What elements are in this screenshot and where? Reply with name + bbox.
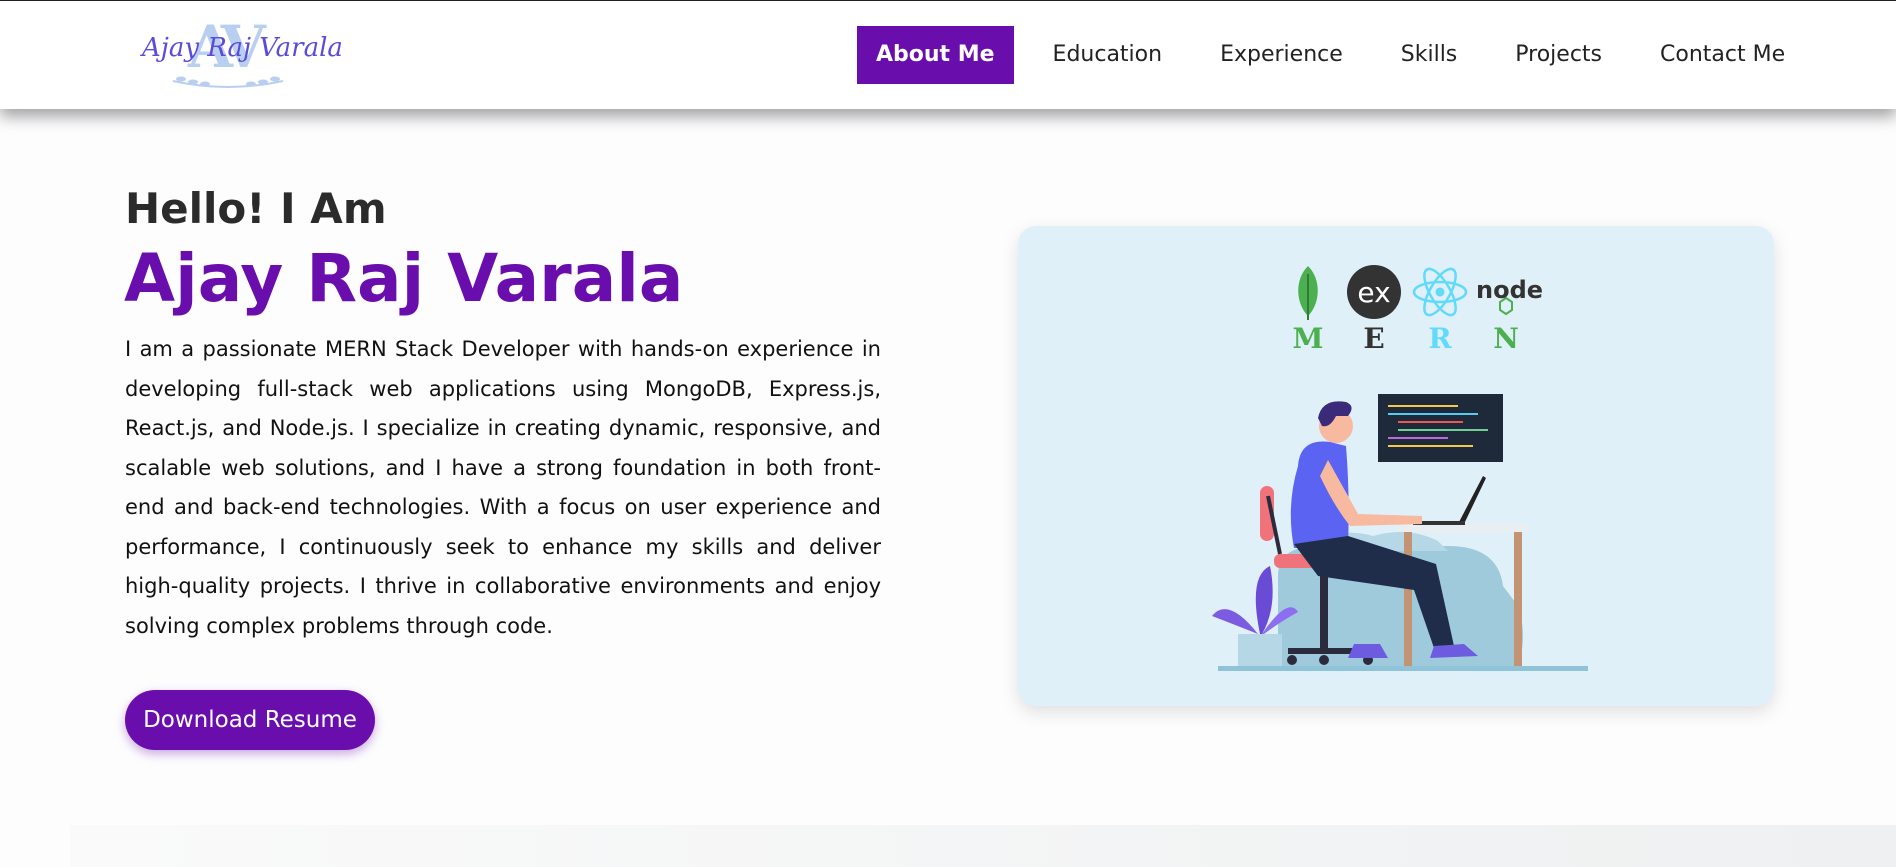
letter-e: E — [1363, 322, 1385, 355]
next-section-band — [70, 825, 1896, 867]
nav-item-education[interactable]: Education — [1034, 26, 1182, 84]
express-badge-text: ex — [1357, 276, 1391, 309]
tech-stack-logos: M ex E R node N — [1278, 264, 1544, 360]
hero-greeting: Hello! I Am — [125, 184, 387, 233]
nav-item-about-me[interactable]: About Me — [857, 26, 1014, 84]
navbar: AV Ajay Raj Varala About Me Education Ex… — [0, 1, 1896, 109]
node-logo: node N — [1476, 264, 1544, 355]
nav-item-experience[interactable]: Experience — [1201, 26, 1362, 84]
mongodb-logo: M — [1278, 264, 1338, 355]
react-atom-icon — [1412, 267, 1468, 317]
logo-text: Ajay Raj Varala — [142, 33, 343, 63]
nav-item-skills[interactable]: Skills — [1382, 26, 1477, 84]
express-logo: ex E — [1344, 264, 1404, 355]
site-logo[interactable]: AV Ajay Raj Varala — [138, 13, 343, 93]
letter-r: R — [1428, 322, 1452, 355]
letter-m: M — [1292, 322, 1324, 355]
download-resume-button[interactable]: Download Resume — [125, 690, 375, 750]
react-logo: R — [1410, 264, 1470, 355]
developer-at-desk-illustration — [1212, 394, 1588, 671]
hero-bio: I am a passionate MERN Stack Developer w… — [125, 337, 881, 638]
hero-illustration-card: M ex E R node N — [1018, 226, 1774, 706]
nav-menu: About Me Education Experience Skills Pro… — [857, 26, 1824, 84]
letter-n: N — [1493, 322, 1519, 355]
nav-item-projects[interactable]: Projects — [1496, 26, 1621, 84]
mongodb-leaf-icon — [1298, 266, 1318, 320]
laurel-icon — [172, 76, 284, 88]
node-badge-text: node — [1476, 276, 1544, 304]
nav-item-contact-me[interactable]: Contact Me — [1641, 26, 1804, 84]
hero-name: Ajay Raj Varala — [124, 240, 684, 317]
